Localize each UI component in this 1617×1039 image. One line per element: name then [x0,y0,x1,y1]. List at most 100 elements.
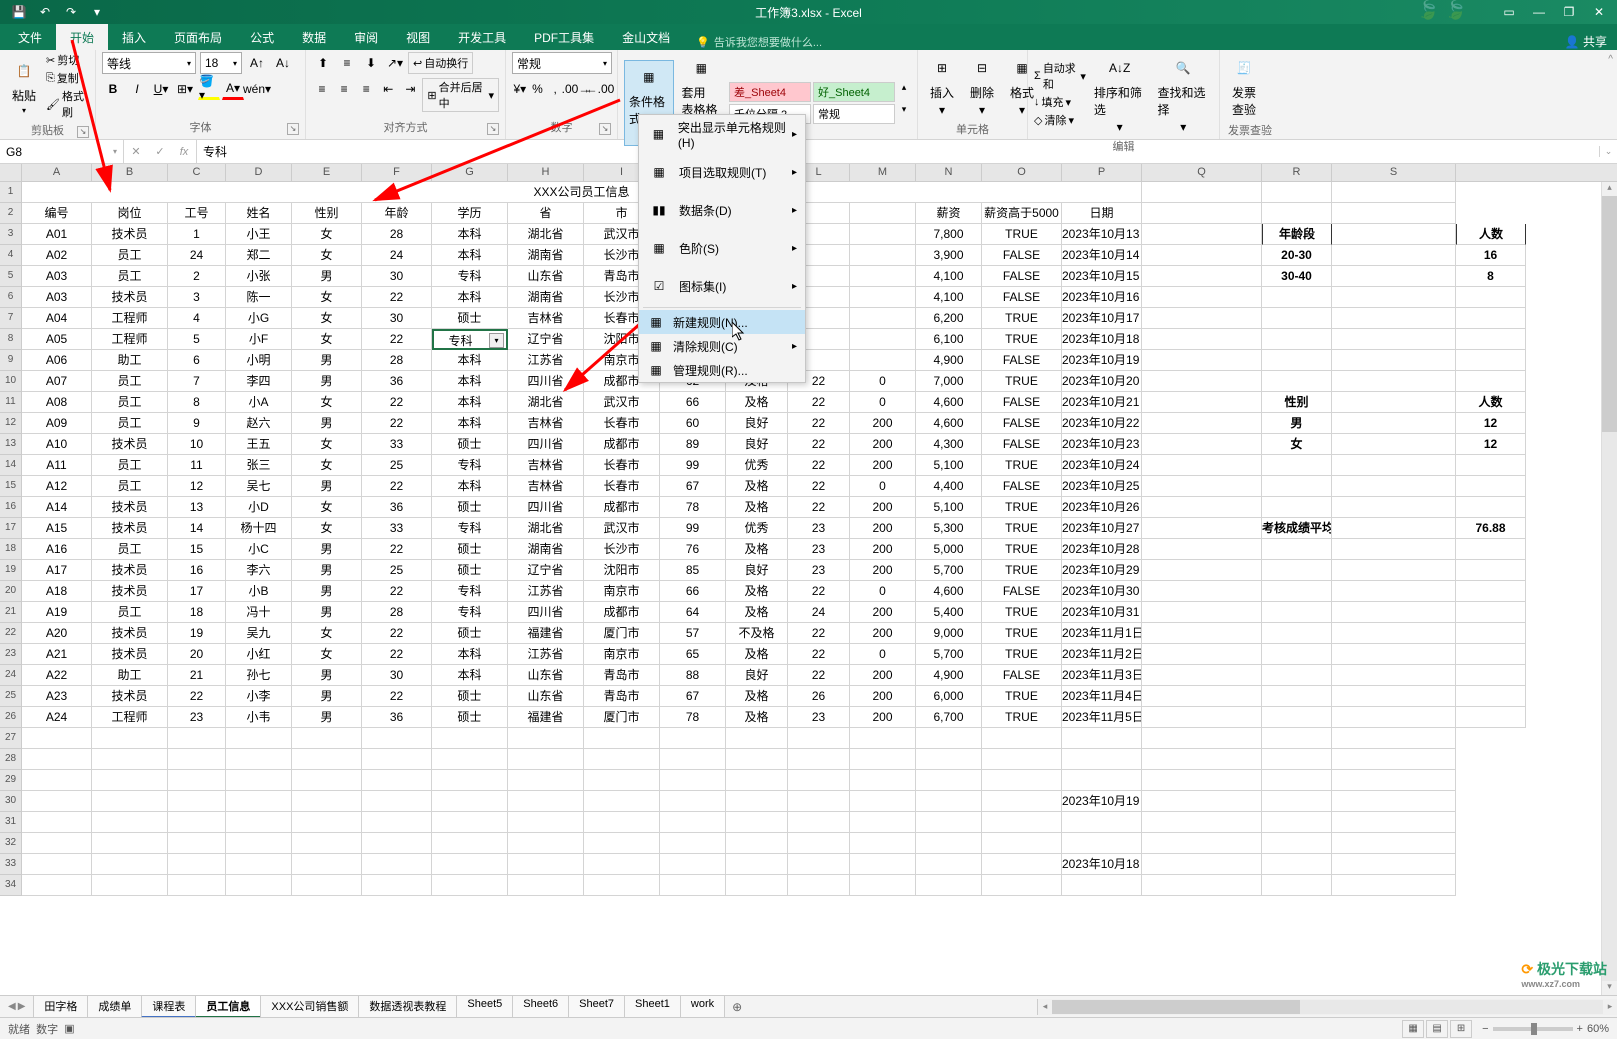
cell[interactable]: 5,700 [916,644,982,665]
cell[interactable] [168,875,226,896]
cell[interactable]: 36 [362,371,432,392]
cell[interactable]: 5,400 [916,602,982,623]
decrease-font-icon[interactable]: A↓ [272,52,294,74]
cell[interactable]: 员工 [92,371,168,392]
cell[interactable] [22,875,92,896]
cell[interactable]: TRUE [982,602,1062,623]
cell[interactable]: 85 [660,560,726,581]
cell[interactable] [92,791,168,812]
cell[interactable] [850,308,916,329]
cell[interactable]: 技术员 [92,686,168,707]
cell[interactable] [916,791,982,812]
grid-area[interactable]: ABCDEFGHIJKLMNOPQRS 1XXX公司员工信息2编号岗位工号姓名性… [0,164,1617,995]
cell[interactable] [432,812,508,833]
cell[interactable]: 员工 [92,392,168,413]
cell[interactable] [1456,686,1526,707]
cell[interactable]: 薪资 [916,203,982,224]
ribbon-options-icon[interactable]: ▭ [1495,2,1523,22]
align-middle-icon[interactable]: ≡ [336,52,358,74]
cell[interactable] [1332,392,1456,413]
cell[interactable]: 四川省 [508,497,584,518]
row-header[interactable]: 2 [0,203,22,224]
align-left-icon[interactable]: ≡ [312,78,332,100]
cell[interactable] [916,854,982,875]
cell[interactable] [660,770,726,791]
cell[interactable]: 硕士 [432,707,508,728]
cell[interactable]: 4,300 [916,434,982,455]
tab-公式[interactable]: 公式 [236,24,288,50]
cell[interactable] [22,770,92,791]
font-color-button[interactable]: A▾ [222,78,244,100]
cell[interactable]: 本科 [432,392,508,413]
cell[interactable]: A14 [22,497,92,518]
cell[interactable] [226,833,292,854]
cell[interactable] [432,854,508,875]
cell[interactable] [1332,245,1456,266]
cell[interactable]: 28 [362,602,432,623]
cell[interactable]: 硕士 [432,623,508,644]
cell[interactable]: 小王 [226,224,292,245]
sheet-tab-课程表[interactable]: 课程表 [141,995,196,1018]
cell[interactable]: 长沙市 [584,539,660,560]
cell[interactable]: 5,300 [916,518,982,539]
inc-decimal-icon[interactable]: .00→ [565,78,587,100]
cell[interactable] [1456,665,1526,686]
cell[interactable] [1456,497,1526,518]
cell[interactable]: 22 [362,539,432,560]
menu-item-hl[interactable]: ▦ 突出显示单元格规则(H) ▸ [639,115,805,153]
cell[interactable] [1142,518,1262,539]
cell[interactable]: 22 [362,392,432,413]
cell[interactable]: 2023年10月28日 [1062,539,1142,560]
cell[interactable]: 2023年10月18日 [1062,329,1142,350]
sort-filter-button[interactable]: A↓Z排序和筛选▾ [1090,52,1150,136]
cell[interactable]: A19 [22,602,92,623]
cell[interactable] [660,854,726,875]
cell[interactable]: 女 [292,329,362,350]
cell[interactable] [1142,749,1262,770]
cell[interactable]: 本科 [432,476,508,497]
cell[interactable] [92,854,168,875]
cell[interactable]: 22 [362,413,432,434]
sheet-tab-Sheet7[interactable]: Sheet7 [568,995,625,1018]
cell[interactable]: 郑二 [226,245,292,266]
cell[interactable]: 2023年10月29日 [1062,560,1142,581]
row-header[interactable]: 1 [0,182,22,203]
cell[interactable] [850,791,916,812]
cell[interactable]: 女 [292,644,362,665]
cell[interactable] [1262,308,1332,329]
cell[interactable] [22,812,92,833]
cell[interactable]: 小B [226,581,292,602]
cell[interactable]: 硕士 [432,560,508,581]
tab-审阅[interactable]: 审阅 [340,24,392,50]
percent-icon[interactable]: % [530,78,546,100]
cell[interactable] [362,791,432,812]
cell[interactable]: 本科 [432,224,508,245]
cell[interactable]: 小D [226,497,292,518]
cell[interactable] [1332,875,1456,896]
cell[interactable]: 10 [168,434,226,455]
cell[interactable]: 成都市 [584,497,660,518]
cell[interactable]: 日期 [1062,203,1142,224]
cell[interactable]: FALSE [982,413,1062,434]
orientation-icon[interactable]: ↗▾ [384,52,406,74]
cell[interactable]: 男 [292,602,362,623]
cell[interactable]: 薪资高于5000 [982,203,1062,224]
cell[interactable]: 技术员 [92,623,168,644]
cell[interactable] [660,749,726,770]
cell[interactable]: A23 [22,686,92,707]
cell[interactable]: 2023年10月24日 [1062,455,1142,476]
cell[interactable]: 四川省 [508,602,584,623]
cell[interactable] [726,791,788,812]
cell[interactable]: 200 [850,434,916,455]
cell[interactable]: 76.88 [1456,518,1526,539]
cell[interactable] [1332,266,1456,287]
cell[interactable]: 99 [660,518,726,539]
cell[interactable] [584,812,660,833]
cell[interactable]: 65 [660,644,726,665]
phonetic-button[interactable]: wén▾ [246,78,268,100]
cell[interactable]: 及格 [726,539,788,560]
cell[interactable]: 女 [292,224,362,245]
cell[interactable] [168,812,226,833]
cell[interactable] [22,854,92,875]
currency-icon[interactable]: ¥▾ [512,78,528,100]
